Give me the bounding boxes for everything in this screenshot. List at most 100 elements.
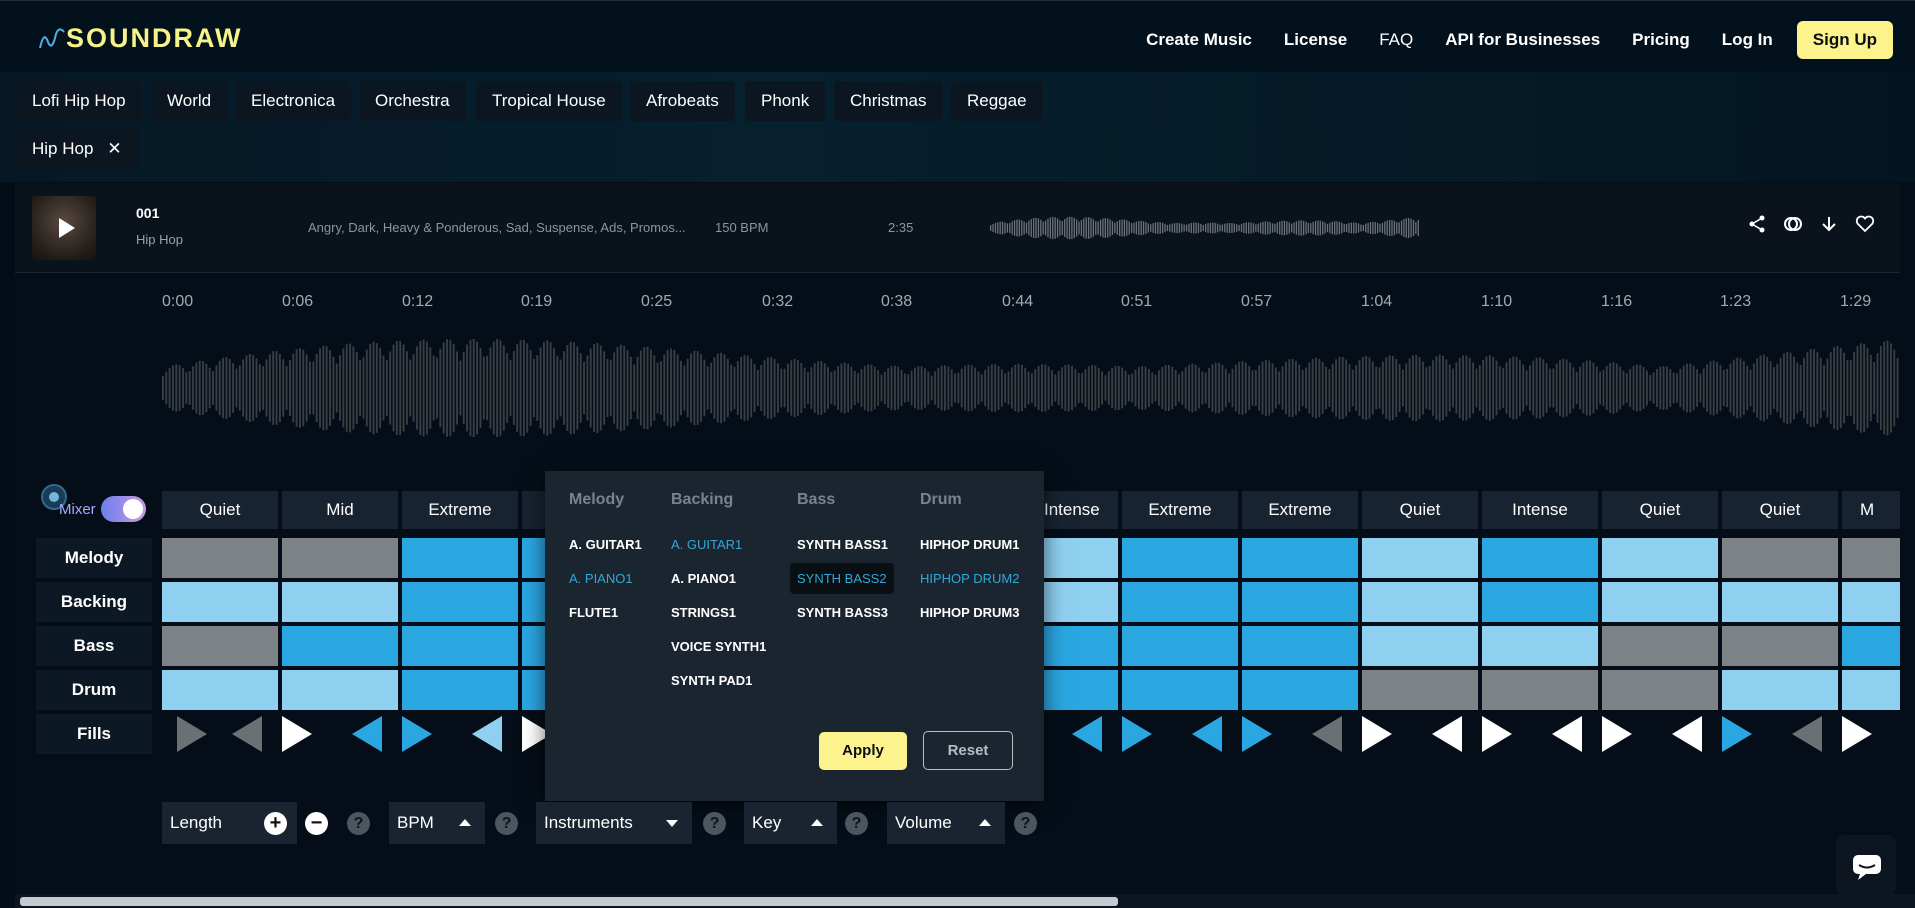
genre-chip[interactable]: Tropical House — [476, 81, 622, 121]
fill-toggle-icon[interactable] — [1482, 716, 1512, 752]
genre-chip[interactable]: Lofi Hip Hop — [16, 81, 142, 121]
logo[interactable]: SOUNDRAW — [38, 23, 243, 54]
grid-cell[interactable] — [522, 670, 546, 710]
grid-cell[interactable] — [402, 582, 518, 622]
instrument-option[interactable]: A. PIANO1 — [671, 571, 736, 586]
chat-button[interactable] — [1836, 835, 1896, 895]
share-icon[interactable] — [1746, 213, 1768, 235]
grid-cell[interactable] — [1044, 670, 1118, 710]
instrument-option[interactable]: SYNTH PAD1 — [671, 673, 752, 688]
grid-cell[interactable] — [1242, 538, 1358, 578]
grid-cell[interactable] — [1362, 582, 1478, 622]
grid-cell[interactable] — [1044, 582, 1118, 622]
grid-cell[interactable] — [1722, 538, 1838, 578]
grid-cell[interactable] — [1044, 626, 1118, 666]
track-row[interactable]: 001 Hip Hop Angry, Dark, Heavy & Pondero… — [15, 183, 1900, 273]
nav-login[interactable]: Log In — [1722, 30, 1773, 50]
instrument-option[interactable]: SYNTH BASS3 — [797, 605, 888, 620]
nav-pricing[interactable]: Pricing — [1632, 30, 1690, 50]
genre-chip[interactable]: Orchestra — [359, 81, 466, 121]
grid-cell[interactable] — [162, 670, 278, 710]
grid-cell[interactable] — [1602, 538, 1718, 578]
instrument-option[interactable]: VOICE SYNTH1 — [671, 639, 766, 654]
fill-toggle-icon[interactable] — [1842, 716, 1872, 752]
instruments-control[interactable]: Instruments — [536, 802, 692, 844]
mixer-toggle[interactable] — [101, 496, 146, 522]
grid-cell[interactable] — [1602, 582, 1718, 622]
grid-cell[interactable] — [1242, 626, 1358, 666]
signup-button[interactable]: Sign Up — [1796, 21, 1893, 59]
energy-header[interactable]: Quiet — [1602, 491, 1718, 529]
favorite-icon[interactable] — [1854, 213, 1876, 235]
genre-chip[interactable]: Reggae — [951, 81, 1043, 121]
remove-genre-icon[interactable]: ✕ — [107, 139, 121, 158]
volume-help-icon[interactable]: ? — [1014, 812, 1037, 835]
fill-toggle-icon[interactable] — [1432, 716, 1462, 752]
fill-toggle-icon[interactable] — [1192, 716, 1222, 752]
fill-toggle-icon[interactable] — [1242, 716, 1272, 752]
grid-cell[interactable] — [1122, 670, 1238, 710]
grid-cell[interactable] — [522, 538, 546, 578]
scrollbar-thumb[interactable] — [20, 897, 1118, 906]
fill-toggle-icon[interactable] — [177, 716, 207, 752]
mini-waveform[interactable] — [990, 213, 1420, 243]
grid-cell[interactable] — [282, 670, 398, 710]
energy-header[interactable]: Intense — [1044, 491, 1118, 529]
instrument-option[interactable]: FLUTE1 — [569, 605, 618, 620]
energy-header[interactable]: Extreme — [402, 491, 518, 529]
energy-header[interactable]: Extreme — [1122, 491, 1238, 529]
fill-toggle-icon[interactable] — [232, 716, 262, 752]
length-help-icon[interactable]: ? — [347, 812, 370, 835]
grid-cell[interactable] — [1362, 538, 1478, 578]
energy-header[interactable]: Quiet — [162, 491, 278, 529]
grid-cell[interactable] — [1602, 626, 1718, 666]
genre-chip[interactable]: Phonk — [745, 81, 826, 121]
grid-cell[interactable] — [1362, 670, 1478, 710]
volume-control[interactable]: Volume — [887, 802, 1005, 844]
instrument-option[interactable]: A. PIANO1 — [569, 571, 633, 586]
grid-cell[interactable] — [1722, 670, 1838, 710]
length-minus-button[interactable]: − — [305, 812, 328, 835]
grid-cell[interactable] — [162, 626, 278, 666]
fill-toggle-icon[interactable] — [1552, 716, 1582, 752]
similar-icon[interactable] — [1782, 213, 1804, 235]
fill-toggle-icon[interactable] — [1312, 716, 1342, 752]
instrument-option[interactable]: HIPHOP DRUM3 — [920, 605, 1019, 620]
instruments-help-icon[interactable]: ? — [703, 812, 726, 835]
key-help-icon[interactable]: ? — [845, 812, 868, 835]
play-icon[interactable] — [59, 218, 75, 238]
fill-toggle-icon[interactable] — [1122, 716, 1152, 752]
instrument-option[interactable]: HIPHOP DRUM2 — [920, 571, 1019, 586]
grid-cell[interactable] — [1044, 538, 1118, 578]
grid-cell[interactable] — [522, 626, 546, 666]
energy-header[interactable]: M — [1842, 491, 1900, 529]
grid-cell[interactable] — [162, 538, 278, 578]
instrument-option-selected[interactable]: SYNTH BASS2 — [790, 563, 894, 594]
grid-cell[interactable] — [282, 626, 398, 666]
grid-cell[interactable] — [1722, 626, 1838, 666]
fill-toggle-icon[interactable] — [1362, 716, 1392, 752]
grid-cell[interactable] — [402, 626, 518, 666]
grid-cell[interactable] — [1482, 670, 1598, 710]
grid-cell[interactable] — [1242, 670, 1358, 710]
grid-cell[interactable] — [1482, 538, 1598, 578]
genre-chip[interactable]: World — [151, 81, 228, 121]
energy-header[interactable] — [522, 491, 546, 529]
nav-create-music[interactable]: Create Music — [1146, 30, 1252, 50]
instrument-option[interactable]: A. GUITAR1 — [569, 537, 642, 552]
track-thumbnail[interactable] — [32, 196, 96, 260]
fill-toggle-icon[interactable] — [1722, 716, 1752, 752]
grid-cell[interactable] — [1122, 538, 1238, 578]
grid-cell[interactable] — [1842, 626, 1900, 666]
grid-cell[interactable] — [1122, 626, 1238, 666]
nav-license[interactable]: License — [1284, 30, 1347, 50]
fill-toggle-icon[interactable] — [1672, 716, 1702, 752]
grid-cell[interactable] — [1842, 670, 1900, 710]
grid-cell[interactable] — [1722, 582, 1838, 622]
fill-toggle-icon[interactable] — [472, 716, 502, 752]
grid-cell[interactable] — [282, 538, 398, 578]
grid-cell[interactable] — [1482, 626, 1598, 666]
nav-faq[interactable]: FAQ — [1379, 30, 1413, 50]
bpm-help-icon[interactable]: ? — [495, 812, 518, 835]
grid-cell[interactable] — [1842, 538, 1900, 578]
